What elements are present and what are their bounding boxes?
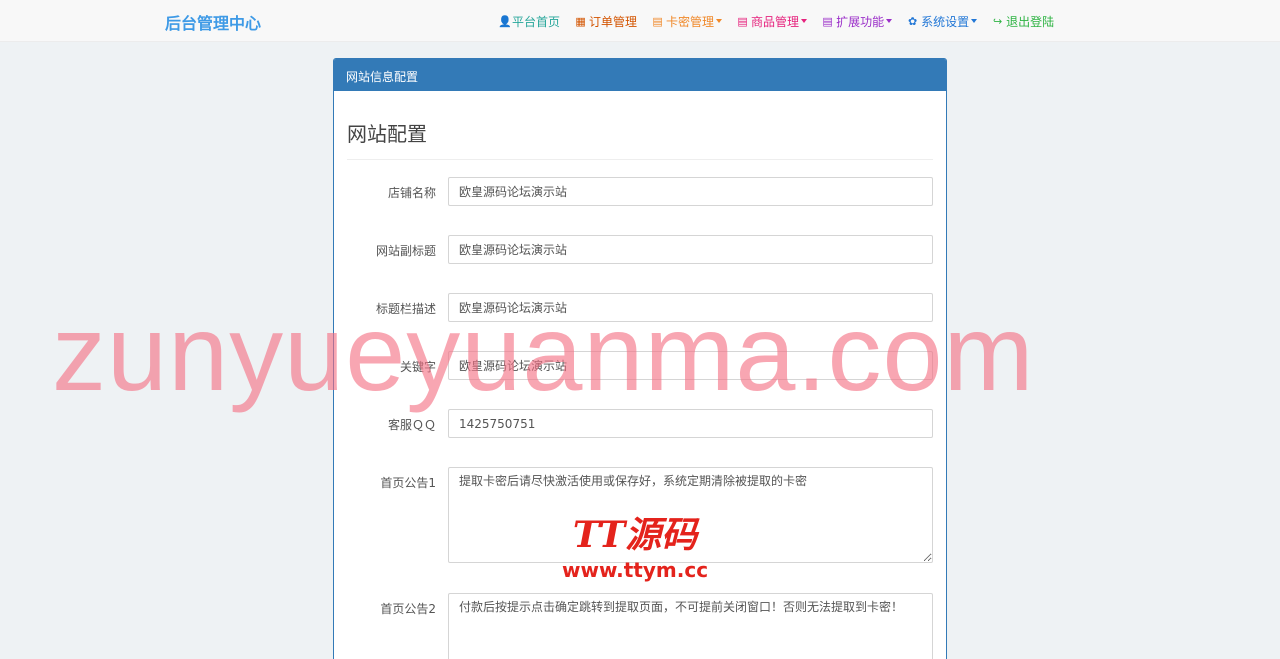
nav-item-home[interactable]: 👤 平台首页: [498, 13, 560, 30]
caret-down-icon: [801, 19, 808, 23]
shop-name-label: 店铺名称: [387, 186, 436, 200]
shop-name-input[interactable]: [448, 177, 933, 206]
caret-down-icon: [886, 19, 893, 23]
nav-item-orders[interactable]: ▦ 订单管理: [575, 13, 637, 30]
nav-item-products[interactable]: ▤ 商品管理: [737, 13, 808, 30]
keywords-label: 关键字: [399, 360, 436, 374]
nav-item-system-settings[interactable]: ✿ 系统设置: [907, 13, 978, 30]
nav-item-label: 商品管理: [751, 14, 800, 29]
calendar-icon: ▦: [575, 14, 586, 28]
caret-down-icon: [716, 19, 723, 23]
notice2-textarea[interactable]: 付款后按提示点击确定跳转到提取页面，不可提前关闭窗口！否则无法提取到卡密！: [448, 593, 933, 659]
panel-body: 网站配置 店铺名称 网站副标题 标题栏描述 关键字 客服ＱＱ 首页公告1 提取卡…: [334, 91, 946, 659]
nav-item-label: 扩展功能: [836, 14, 885, 29]
caret-down-icon: [971, 19, 978, 23]
site-config-panel: 网站信息配置 网站配置 店铺名称 网站副标题 标题栏描述 关键字 客服ＱＱ 首页…: [333, 58, 947, 659]
panel-heading: 网站信息配置: [334, 59, 946, 91]
qq-label: 客服ＱＱ: [387, 418, 436, 432]
nav-item-label: 退出登陆: [1006, 14, 1055, 29]
subtitle-label: 网站副标题: [375, 244, 436, 258]
notice2-label: 首页公告2: [380, 602, 436, 616]
title-desc-label: 标题栏描述: [375, 302, 436, 316]
top-navbar: 后台管理中心 👤 平台首页 ▦ 订单管理 ▤ 卡密管理 ▤ 商品管理 ▤ 扩展功能 ✿ 系统设置 ↪ 退出…: [0, 0, 1280, 42]
notice1-label: 首页公告1: [380, 476, 436, 490]
section-title: 网站配置: [347, 91, 933, 160]
list-icon: ▤: [652, 14, 663, 28]
nav-item-card-keys[interactable]: ▤ 卡密管理: [652, 13, 723, 30]
main-nav: 👤 平台首页 ▦ 订单管理 ▤ 卡密管理 ▤ 商品管理 ▤ 扩展功能 ✿ 系统设置 ↪ 退出登陆: [498, 0, 1069, 42]
nav-item-label: 订单管理: [589, 14, 638, 29]
gear-icon: ✿: [907, 14, 918, 28]
list-icon: ▤: [737, 14, 748, 28]
user-icon: 👤: [498, 14, 512, 28]
subtitle-input[interactable]: [448, 235, 933, 264]
nav-item-label: 系统设置: [921, 14, 970, 29]
list-icon: ▤: [822, 14, 833, 28]
nav-item-label: 平台首页: [512, 14, 561, 29]
logout-icon: ↪: [992, 14, 1003, 28]
title-desc-input[interactable]: [448, 293, 933, 322]
nav-item-extensions[interactable]: ▤ 扩展功能: [822, 13, 893, 30]
nav-item-logout[interactable]: ↪ 退出登陆: [992, 13, 1054, 30]
notice1-textarea[interactable]: 提取卡密后请尽快激活使用或保存好，系统定期清除被提取的卡密: [448, 467, 933, 563]
qq-input[interactable]: [448, 409, 933, 438]
keywords-input[interactable]: [448, 351, 933, 380]
nav-item-label: 卡密管理: [666, 14, 715, 29]
brand-title[interactable]: 后台管理中心: [165, 10, 261, 34]
